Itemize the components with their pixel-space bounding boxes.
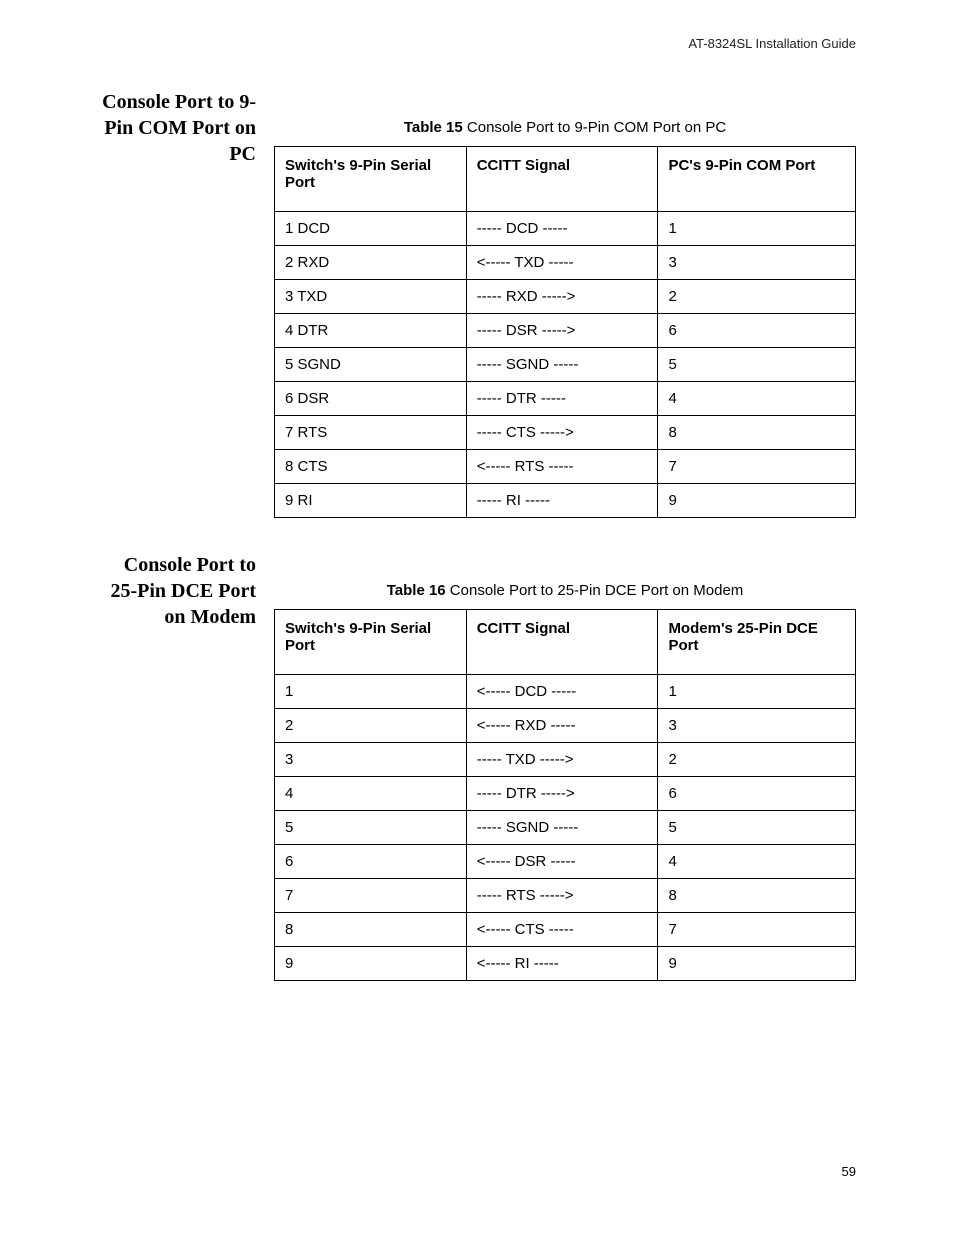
section-console-9pin: Console Port to 9-Pin COM Port on PC Tab… [98,89,856,518]
table-cell: 9 [658,947,856,981]
table-cell: ----- TXD -----> [466,743,658,777]
table-header-row: Switch's 9-Pin Serial Port CCITT Signal … [275,147,856,212]
table-cell: 5 SGND [275,348,467,382]
section-heading-9pin: Console Port to 9-Pin COM Port on PC [98,89,274,167]
table-15-header-c3: PC's 9-Pin COM Port [658,147,856,212]
table-cell: <----- DCD ----- [466,675,658,709]
table-cell: 6 [658,777,856,811]
table-cell: <----- RI ----- [466,947,658,981]
table-row: 3 TXD----- RXD ----->2 [275,280,856,314]
section-console-25pin: Console Port to 25-Pin DCE Port on Modem… [98,552,856,981]
table-cell: 7 [658,450,856,484]
table-cell: ----- SGND ----- [466,811,658,845]
table-cell: 5 [275,811,467,845]
table-cell: <----- TXD ----- [466,246,658,280]
table-cell: 1 [658,212,856,246]
page-number: 59 [842,1164,856,1179]
table-cell: 8 [658,416,856,450]
table-16-header-c1: Switch's 9-Pin Serial Port [275,610,467,675]
table-row: 1<----- DCD -----1 [275,675,856,709]
table-cell: 5 [658,348,856,382]
table-cell: 7 [275,879,467,913]
table-cell: 2 [658,743,856,777]
table-cell: 4 [658,382,856,416]
table-16-header-c3: Modem's 25-Pin DCE Port [658,610,856,675]
table-15: Switch's 9-Pin Serial Port CCITT Signal … [274,146,856,518]
table-cell: 1 [658,675,856,709]
table-15-caption-text: Console Port to 9-Pin COM Port on PC [463,119,726,136]
table-cell: 9 [658,484,856,518]
table-cell: ----- DTR ----- [466,382,658,416]
table-cell: 2 RXD [275,246,467,280]
table-cell: 3 [658,246,856,280]
document-header: AT-8324SL Installation Guide [98,36,856,51]
table-row: 8<----- CTS -----7 [275,913,856,947]
table-cell: 9 [275,947,467,981]
table-cell: ----- CTS -----> [466,416,658,450]
table-cell: <----- DSR ----- [466,845,658,879]
table-row: 5 SGND----- SGND -----5 [275,348,856,382]
table-15-header-c1: Switch's 9-Pin Serial Port [275,147,467,212]
table-cell: 6 [275,845,467,879]
table-row: 8 CTS<----- RTS -----7 [275,450,856,484]
table-cell: 2 [275,709,467,743]
table-cell: 7 RTS [275,416,467,450]
table-16-caption-bold: Table 16 [387,582,446,599]
table-cell: 4 DTR [275,314,467,348]
table-row: 1 DCD----- DCD -----1 [275,212,856,246]
table-row: 3----- TXD ----->2 [275,743,856,777]
table-cell: ----- SGND ----- [466,348,658,382]
table-header-row: Switch's 9-Pin Serial Port CCITT Signal … [275,610,856,675]
table-row: 2<----- RXD -----3 [275,709,856,743]
table-cell: 3 TXD [275,280,467,314]
table-row: 4----- DTR ----->6 [275,777,856,811]
section-heading-25pin: Console Port to 25-Pin DCE Port on Modem [98,552,274,630]
table-cell: 8 [275,913,467,947]
table-15-header-c2: CCITT Signal [466,147,658,212]
table-row: 6<----- DSR -----4 [275,845,856,879]
table-cell: ----- DTR -----> [466,777,658,811]
table-cell: <----- RXD ----- [466,709,658,743]
table-row: 5----- SGND -----5 [275,811,856,845]
table-cell: 7 [658,913,856,947]
table-16-caption: Table 16 Console Port to 25-Pin DCE Port… [274,582,856,599]
table-cell: 4 [658,845,856,879]
table-cell: 8 CTS [275,450,467,484]
table-row: 6 DSR----- DTR -----4 [275,382,856,416]
table-cell: 4 [275,777,467,811]
table-cell: 8 [658,879,856,913]
table-row: 7----- RTS ----->8 [275,879,856,913]
table-cell: 1 [275,675,467,709]
table-15-caption: Table 15 Console Port to 9-Pin COM Port … [274,119,856,136]
table-cell: 3 [658,709,856,743]
table-cell: <----- CTS ----- [466,913,658,947]
table-cell: 9 RI [275,484,467,518]
table-row: 9 RI----- RI -----9 [275,484,856,518]
table-cell: 6 [658,314,856,348]
table-16-header-c2: CCITT Signal [466,610,658,675]
table-cell: <----- RTS ----- [466,450,658,484]
table-cell: 6 DSR [275,382,467,416]
table-cell: ----- DSR -----> [466,314,658,348]
table-15-caption-bold: Table 15 [404,119,463,136]
table-16-caption-text: Console Port to 25-Pin DCE Port on Modem [446,582,744,599]
table-cell: 3 [275,743,467,777]
table-cell: ----- RXD -----> [466,280,658,314]
table-cell: 2 [658,280,856,314]
table-row: 7 RTS----- CTS ----->8 [275,416,856,450]
table-row: 2 RXD<----- TXD -----3 [275,246,856,280]
table-cell: 1 DCD [275,212,467,246]
table-row: 4 DTR----- DSR ----->6 [275,314,856,348]
table-cell: ----- RI ----- [466,484,658,518]
table-16: Switch's 9-Pin Serial Port CCITT Signal … [274,609,856,981]
table-cell: ----- RTS -----> [466,879,658,913]
table-cell: ----- DCD ----- [466,212,658,246]
table-cell: 5 [658,811,856,845]
table-row: 9<----- RI -----9 [275,947,856,981]
